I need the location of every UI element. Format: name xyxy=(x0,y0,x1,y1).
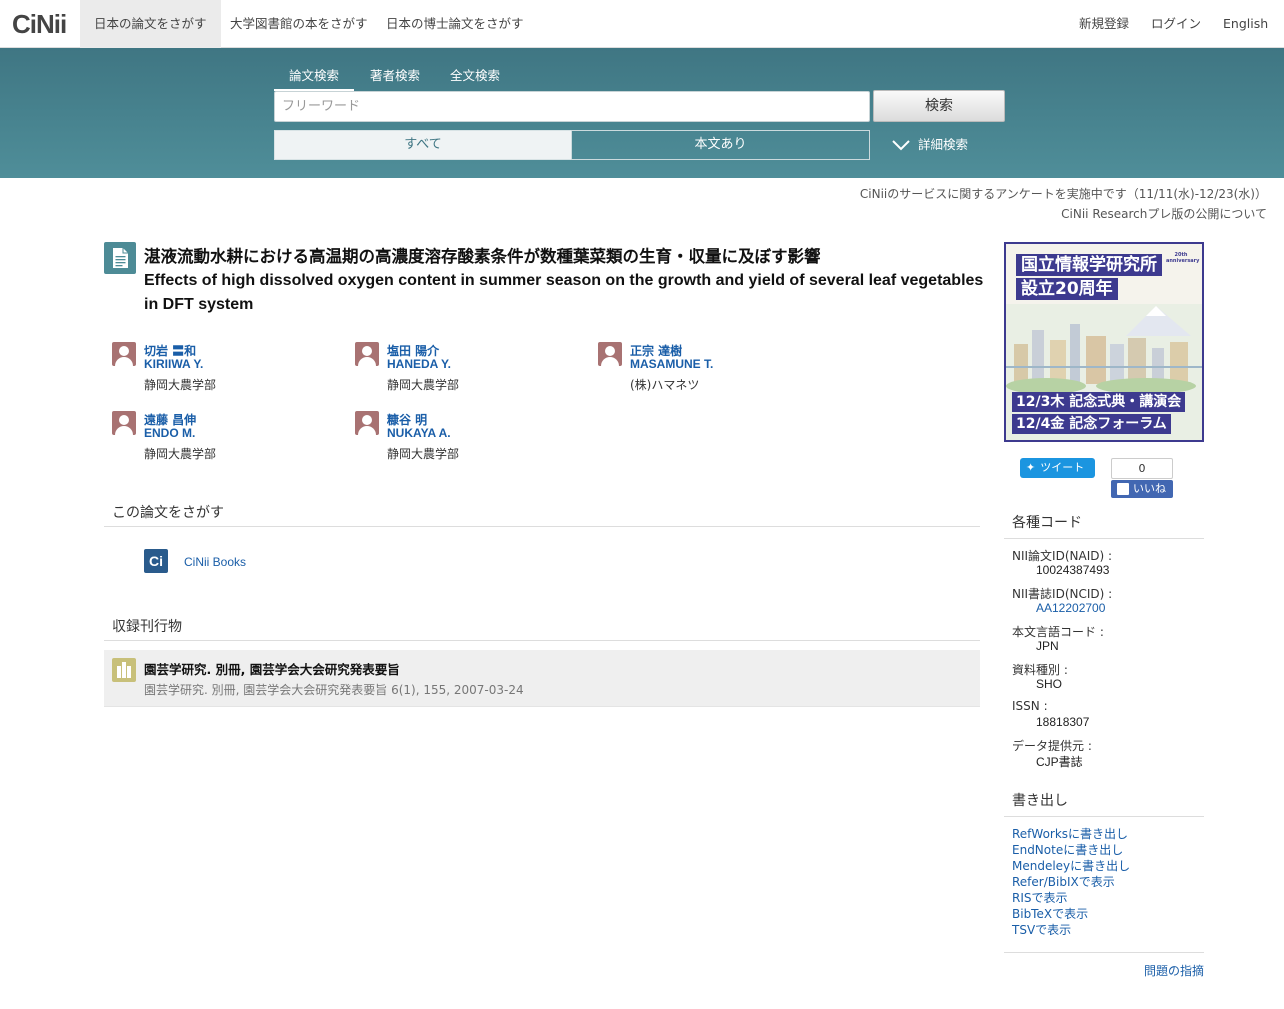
search-tab-fulltext[interactable]: 全文検索 xyxy=(450,65,500,89)
banner-line1: 国立情報学研究所 xyxy=(1016,254,1162,276)
export-refworks-link[interactable]: RefWorksに書き出し xyxy=(1012,825,1128,842)
code-label: 本文言語コード : xyxy=(1012,625,1104,639)
nav-tab-dissertations[interactable]: 日本の博士論文をさがす xyxy=(372,0,538,48)
search-button[interactable]: 検索 xyxy=(873,90,1005,122)
twitter-icon: ✦ xyxy=(1026,461,1036,474)
survey-notice[interactable]: CiNiiのサービスに関するアンケートを実施中です（11/11(水)-12/23… xyxy=(860,185,1267,202)
export-tsv-link[interactable]: TSVで表示 xyxy=(1012,921,1071,938)
codes-heading: 各種コード xyxy=(1004,512,1204,539)
chevron-down-icon xyxy=(892,140,910,151)
code-label: ISSN : xyxy=(1012,699,1048,713)
export-endnote-link[interactable]: EndNoteに書き出し xyxy=(1012,841,1123,858)
like-button[interactable]: いいね xyxy=(1111,480,1173,498)
tweet-button[interactable]: ✦ ツイート xyxy=(1020,458,1095,478)
search-input[interactable]: フリーワード xyxy=(274,91,870,122)
search-band: 論文検索 著者検索 全文検索 フリーワード 検索 すべて 本文あり 詳細検索 xyxy=(0,48,1284,178)
top-nav: CiNii 日本の論文をさがす 大学図書館の本をさがす 日本の博士論文をさがす … xyxy=(0,0,1284,48)
author-name-en[interactable]: KIRIIWA Y. xyxy=(144,357,203,371)
advanced-search-link[interactable]: 詳細検索 xyxy=(892,134,968,153)
banner-event2: 12/4金 記念フォーラム xyxy=(1012,414,1171,434)
banner-event1: 12/3木 記念式典・講演会 xyxy=(1012,392,1186,412)
code-value: 10024387493 xyxy=(1036,563,1110,577)
article-title-ja: 湛液流動水耕における高温期の高濃度溶存酸素条件が数種葉菜類の生育・収量に及ぼす影… xyxy=(144,247,821,266)
code-value: JPN xyxy=(1036,639,1059,653)
cinii-logo[interactable]: CiNii xyxy=(12,9,67,40)
ncid-link[interactable]: AA12202700 xyxy=(1036,601,1105,615)
filter-all-button[interactable]: すべて xyxy=(274,130,572,160)
register-link[interactable]: 新規登録 xyxy=(1079,0,1129,48)
search-tab-articles[interactable]: 論文検索 xyxy=(274,65,354,91)
author-name-en[interactable]: MASAMUNE T. xyxy=(630,357,713,371)
person-icon xyxy=(355,342,379,366)
journal-item[interactable]: 園芸学研究. 別冊, 園芸学会大会研究発表要旨 園芸学研究. 別冊, 園芸学会大… xyxy=(104,650,980,707)
report-problem-link[interactable]: 問題の指摘 xyxy=(1144,962,1204,979)
author-name-en[interactable]: ENDO M. xyxy=(144,426,195,440)
article-title-en: Effects of high dissolved oxygen content… xyxy=(144,272,984,313)
journal-title[interactable]: 園芸学研究. 別冊, 園芸学会大会研究発表要旨 xyxy=(144,659,400,678)
thumbs-up-icon xyxy=(1117,483,1129,495)
find-article-heading: この論文をさがす xyxy=(104,502,980,527)
author-affiliation: (株)ハマネツ xyxy=(630,378,700,392)
bar-chart-icon xyxy=(112,658,136,682)
like-label: いいね xyxy=(1133,482,1166,495)
code-label: 資料種別 : xyxy=(1012,663,1068,677)
person-icon xyxy=(598,342,622,366)
cinii-books-link[interactable]: CiNii Books xyxy=(184,555,246,569)
document-icon xyxy=(104,242,136,274)
code-value: 18818307 xyxy=(1036,715,1090,729)
search-tab-authors[interactable]: 著者検索 xyxy=(370,65,420,89)
sidebar-divider xyxy=(1004,952,1204,953)
code-value: SHO xyxy=(1036,677,1063,691)
tweet-label: ツイート xyxy=(1040,461,1085,474)
filter-fulltext-button[interactable]: 本文あり xyxy=(571,130,870,160)
author-affiliation: 静岡大農学部 xyxy=(387,447,460,461)
export-refer-link[interactable]: Refer/BibIXで表示 xyxy=(1012,873,1115,890)
export-ris-link[interactable]: RISで表示 xyxy=(1012,889,1068,906)
code-label: NII論文ID(NAID) : xyxy=(1012,549,1113,563)
nii-20th-banner[interactable]: 国立情報学研究所 設立20周年 20th anniversary 12/3木 記… xyxy=(1004,242,1204,442)
author-name-en[interactable]: HANEDA Y. xyxy=(387,357,451,371)
author-name-en[interactable]: NUKAYA A. xyxy=(387,426,451,440)
facebook-like-widget[interactable]: 0 いいね xyxy=(1111,458,1173,498)
export-heading: 書き出し xyxy=(1004,790,1204,817)
code-label: NII書誌ID(NCID) : xyxy=(1012,587,1113,601)
banner-line2: 設立20周年 xyxy=(1016,278,1118,300)
author-affiliation: 静岡大農学部 xyxy=(387,378,460,392)
cinii-books-icon[interactable]: Ci xyxy=(144,549,168,573)
code-value: CJP書誌 xyxy=(1036,755,1083,769)
nav-tab-books[interactable]: 大学図書館の本をさがす xyxy=(216,0,382,48)
anniversary-badge: 20th anniversary xyxy=(1166,252,1200,264)
nav-tab-articles[interactable]: 日本の論文をさがす xyxy=(80,0,221,48)
person-icon xyxy=(112,411,136,435)
like-count: 0 xyxy=(1111,458,1173,479)
author-affiliation: 静岡大農学部 xyxy=(144,447,217,461)
author-affiliation: 静岡大農学部 xyxy=(144,378,217,392)
login-link[interactable]: ログイン xyxy=(1151,0,1201,48)
export-bibtex-link[interactable]: BibTeXで表示 xyxy=(1012,905,1088,922)
english-link[interactable]: English xyxy=(1223,0,1268,48)
person-icon xyxy=(112,342,136,366)
journal-heading: 収録刊行物 xyxy=(104,616,980,641)
advanced-search-label: 詳細検索 xyxy=(918,137,969,152)
export-mendeley-link[interactable]: Mendeleyに書き出し xyxy=(1012,857,1130,874)
research-notice[interactable]: CiNii Researchプレ版の公開について xyxy=(1061,205,1267,222)
person-icon xyxy=(355,411,379,435)
code-label: データ提供元 : xyxy=(1012,739,1092,753)
journal-detail: 園芸学研究. 別冊, 園芸学会大会研究発表要旨 6(1), 155, 2007-… xyxy=(144,683,524,697)
